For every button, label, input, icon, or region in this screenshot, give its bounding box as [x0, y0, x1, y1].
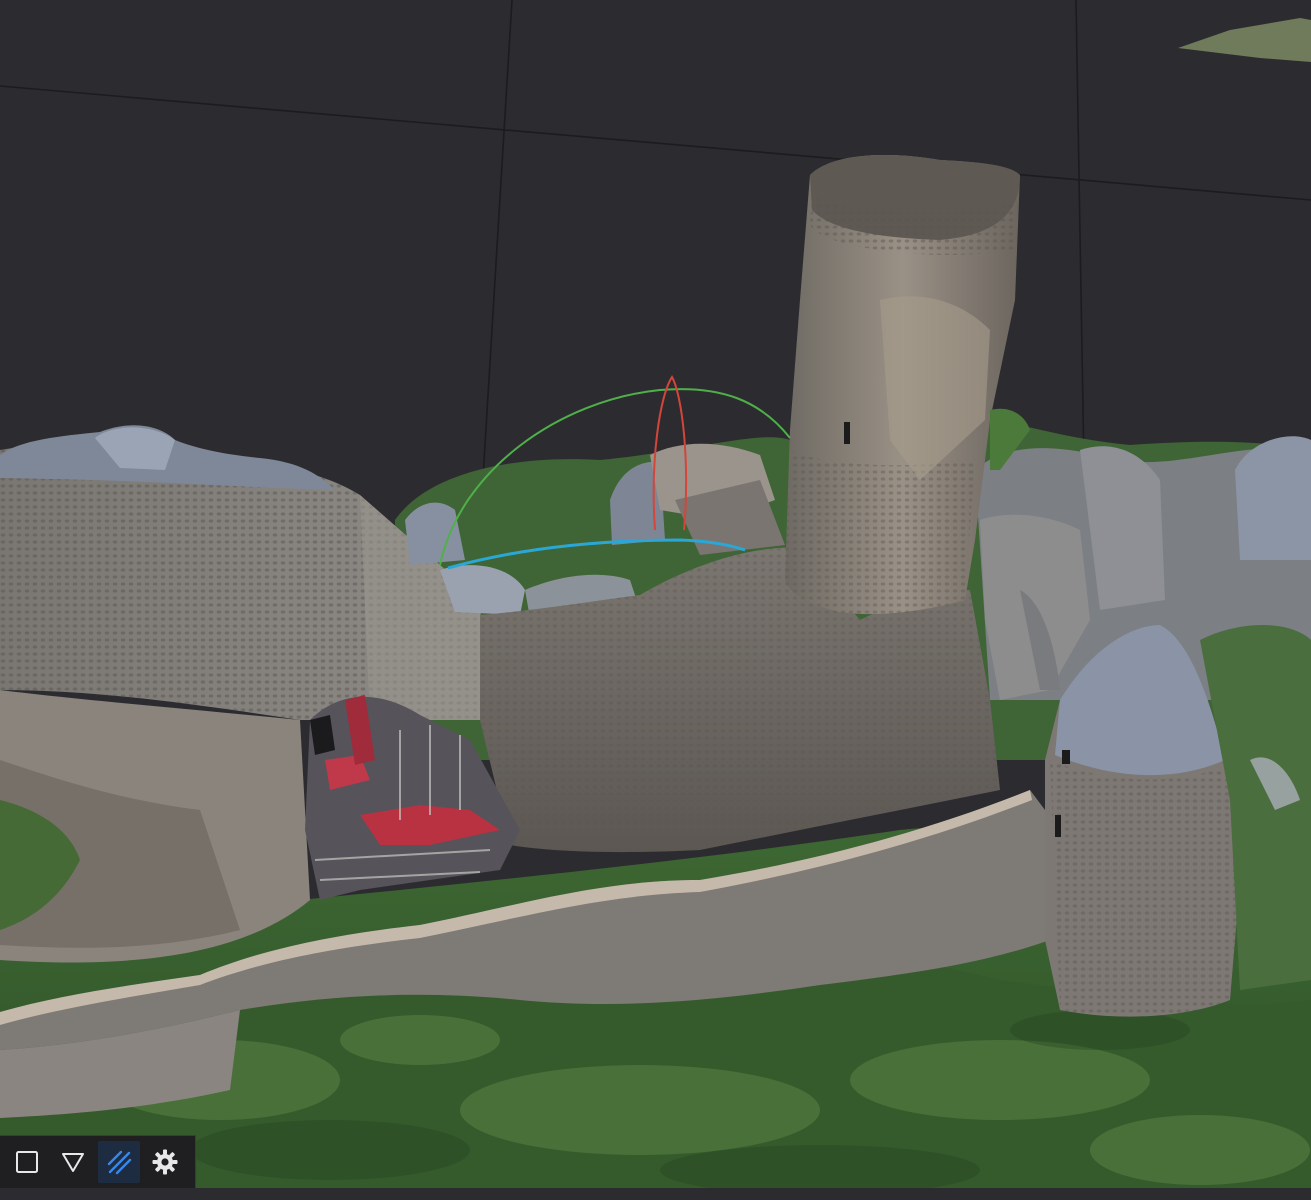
tower-window: [844, 422, 850, 444]
settings-button[interactable]: [144, 1141, 186, 1183]
hatch-pattern-icon: [107, 1150, 132, 1175]
gear-icon: [152, 1149, 178, 1175]
square-select-icon: [16, 1151, 38, 1173]
scene-render: [0, 0, 1311, 1200]
corner-tower-window: [1055, 815, 1061, 837]
viewport-bottom-edge: [0, 1188, 1311, 1200]
triangle-filter-button[interactable]: [52, 1141, 94, 1183]
3d-viewport[interactable]: [0, 0, 1311, 1200]
square-select-button[interactable]: [6, 1141, 48, 1183]
distant-mesh-fragment: [1178, 18, 1311, 62]
triangle-filter-icon: [62, 1153, 84, 1172]
viewport-toolbar: [0, 1135, 196, 1188]
hatch-pattern-button[interactable]: [98, 1141, 140, 1183]
